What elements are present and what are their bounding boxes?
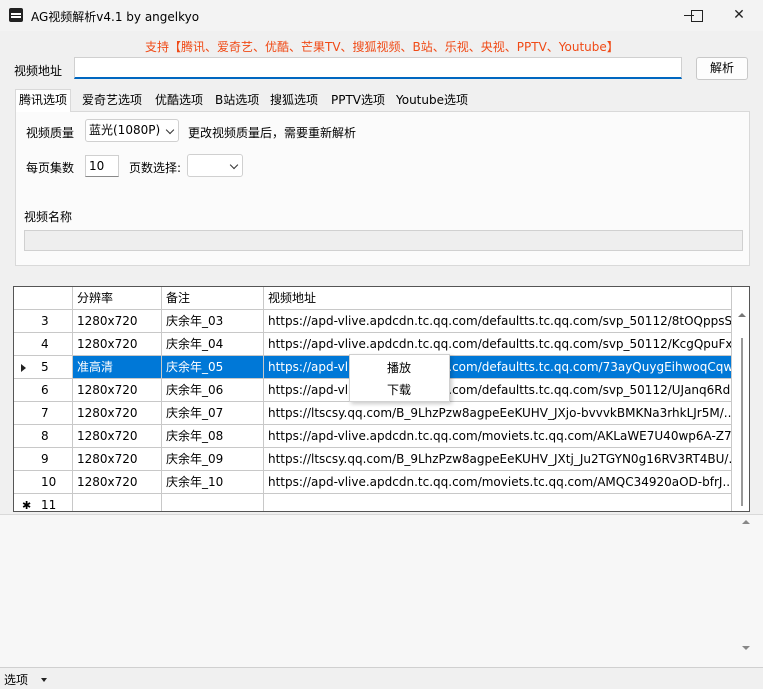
row-number: ✱ 11: [14, 494, 73, 512]
note-cell[interactable]: 庆余年_03: [162, 310, 264, 333]
close-button[interactable]: ✕: [717, 0, 761, 31]
url-cell[interactable]: https://apd-vlive.apdcdn.tc.qq.com/movie…: [264, 471, 732, 494]
note-cell[interactable]: 庆余年_05: [162, 356, 264, 379]
resolution-cell[interactable]: 1280x720: [73, 333, 162, 356]
tab-youku[interactable]: 优酷选项: [152, 91, 206, 111]
parse-button[interactable]: 解析: [696, 57, 748, 80]
table-row[interactable]: 7 1280x720 庆余年_07 https://ltscsy.qq.com/…: [14, 402, 749, 425]
column-header[interactable]: 视频地址: [264, 287, 732, 310]
table-row[interactable]: 4 1280x720 庆余年_04 https://apd-vlive.apdc…: [14, 333, 749, 356]
url-cell[interactable]: https://apd-vlive.apdcdn.tc.qq.com/defau…: [264, 356, 732, 379]
log-scrollbar[interactable]: [741, 517, 751, 662]
caret-down-icon[interactable]: [41, 678, 47, 682]
url-cell[interactable]: https://apd-vlive.apdcdn.tc.qq.com/defau…: [264, 379, 732, 402]
status-bar: 选项: [0, 667, 763, 689]
note-cell[interactable]: 庆余年_04: [162, 333, 264, 356]
resolution-cell[interactable]: 1280x720: [73, 310, 162, 333]
page-select-label: 页数选择:: [129, 161, 182, 175]
chevron-down-icon: [229, 160, 239, 170]
table-row[interactable]: 9 1280x720 庆余年_09 https://ltscsy.qq.com/…: [14, 448, 749, 471]
scroll-down-icon[interactable]: [742, 646, 750, 650]
window-title: AG视频解析v4.1 by angelkyo: [31, 10, 200, 24]
tab-sohu[interactable]: 搜狐选项: [267, 91, 321, 111]
table-scrollbar[interactable]: [734, 310, 749, 511]
table-row-new[interactable]: ✱ 11: [14, 494, 749, 512]
scrollbar-thumb[interactable]: [741, 338, 743, 506]
quality-label: 视频质量: [26, 126, 75, 140]
row-number: 6: [14, 379, 73, 402]
new-row-asterisk-icon: ✱: [22, 499, 32, 512]
url-cell[interactable]: https://apd-vlive.apdcdn.tc.qq.com/movie…: [264, 425, 732, 448]
app-clapperboard-icon: [9, 8, 23, 22]
tab-pptv[interactable]: PPTV选项: [328, 91, 388, 111]
table-header: 分辨率 备注 视频地址: [14, 287, 749, 310]
url-label: 视频地址: [14, 64, 63, 78]
menu-item-download[interactable]: 下载: [387, 380, 411, 400]
row-number: 7: [14, 402, 73, 425]
table-row[interactable]: 3 1280x720 庆余年_03 https://apd-vlive.apdc…: [14, 310, 749, 333]
row-number: 8: [14, 425, 73, 448]
resolution-cell[interactable]: 1280x720: [73, 471, 162, 494]
url-cell[interactable]: https://ltscsy.qq.com/B_9LhzPzw8agpeEeKU…: [264, 402, 732, 425]
url-cell[interactable]: https://apd-vlive.apdcdn.tc.qq.com/defau…: [264, 310, 732, 333]
title-bar: AG视频解析v4.1 by angelkyo ✕: [0, 0, 763, 31]
note-cell[interactable]: 庆余年_09: [162, 448, 264, 471]
note-cell[interactable]: 庆余年_10: [162, 471, 264, 494]
row-number-text: 5: [41, 360, 49, 374]
page-select[interactable]: [187, 154, 243, 177]
column-header[interactable]: 备注: [162, 287, 264, 310]
quality-value: 蓝光(1080P): [89, 123, 161, 137]
url-input[interactable]: [74, 57, 682, 79]
context-menu: 播放 下载: [349, 354, 450, 402]
tab-youtube[interactable]: Youtube选项: [393, 91, 471, 111]
table-row[interactable]: 10 1280x720 庆余年_10 https://apd-vlive.apd…: [14, 471, 749, 494]
column-header[interactable]: 分辨率: [73, 287, 162, 310]
row-number: 4: [14, 333, 73, 356]
url-cell[interactable]: https://ltscsy.qq.com/B_9LhzPzw8agpeEeKU…: [264, 448, 732, 471]
row-number: 5: [14, 356, 73, 379]
tab-bilibili[interactable]: B站选项: [212, 91, 262, 111]
current-row-arrow-icon: [21, 364, 26, 372]
supported-sites-text: 支持【腾讯、爱奇艺、优酷、芒果TV、搜狐视频、B站、乐视、央视、PPTV、You…: [145, 40, 619, 54]
note-cell[interactable]: 庆余年_06: [162, 379, 264, 402]
scroll-up-icon[interactable]: [742, 520, 750, 524]
url-cell[interactable]: [264, 494, 732, 511]
options-dropdown[interactable]: 选项: [4, 671, 28, 688]
note-cell[interactable]: 庆余年_07: [162, 402, 264, 425]
video-name-label: 视频名称: [24, 210, 73, 224]
per-page-input[interactable]: 10: [85, 155, 119, 177]
tab-tencent[interactable]: 腾讯选项: [15, 89, 72, 112]
table-row[interactable]: 8 1280x720 庆余年_08 https://apd-vlive.apdc…: [14, 425, 749, 448]
row-number: 9: [14, 448, 73, 471]
quality-note: 更改视频质量后，需要重新解析: [188, 126, 357, 140]
resolution-cell[interactable]: 1280x720: [73, 425, 162, 448]
resolution-cell[interactable]: 准高清: [73, 356, 162, 379]
log-area[interactable]: [0, 514, 763, 667]
scroll-up-icon[interactable]: [738, 313, 746, 317]
tab-iqiyi[interactable]: 爱奇艺选项: [79, 91, 145, 111]
row-number: 3: [14, 310, 73, 333]
quality-select[interactable]: 蓝光(1080P): [85, 119, 179, 142]
resolution-cell[interactable]: 1280x720: [73, 448, 162, 471]
row-number-text: 11: [41, 498, 57, 512]
note-cell[interactable]: 庆余年_08: [162, 425, 264, 448]
chevron-down-icon: [165, 125, 175, 135]
menu-item-play[interactable]: 播放: [387, 358, 411, 378]
url-cell[interactable]: https://apd-vlive.apdcdn.tc.qq.com/defau…: [264, 333, 732, 356]
minimize-button[interactable]: [667, 0, 711, 31]
resolution-cell[interactable]: 1280x720: [73, 402, 162, 425]
video-name-field[interactable]: [24, 230, 743, 251]
resolution-cell[interactable]: [73, 494, 162, 511]
per-page-label: 每页集数: [26, 161, 75, 175]
resolution-cell[interactable]: 1280x720: [73, 379, 162, 402]
row-header-corner: [14, 287, 73, 310]
row-number: 10: [14, 471, 73, 494]
note-cell[interactable]: [162, 494, 264, 511]
